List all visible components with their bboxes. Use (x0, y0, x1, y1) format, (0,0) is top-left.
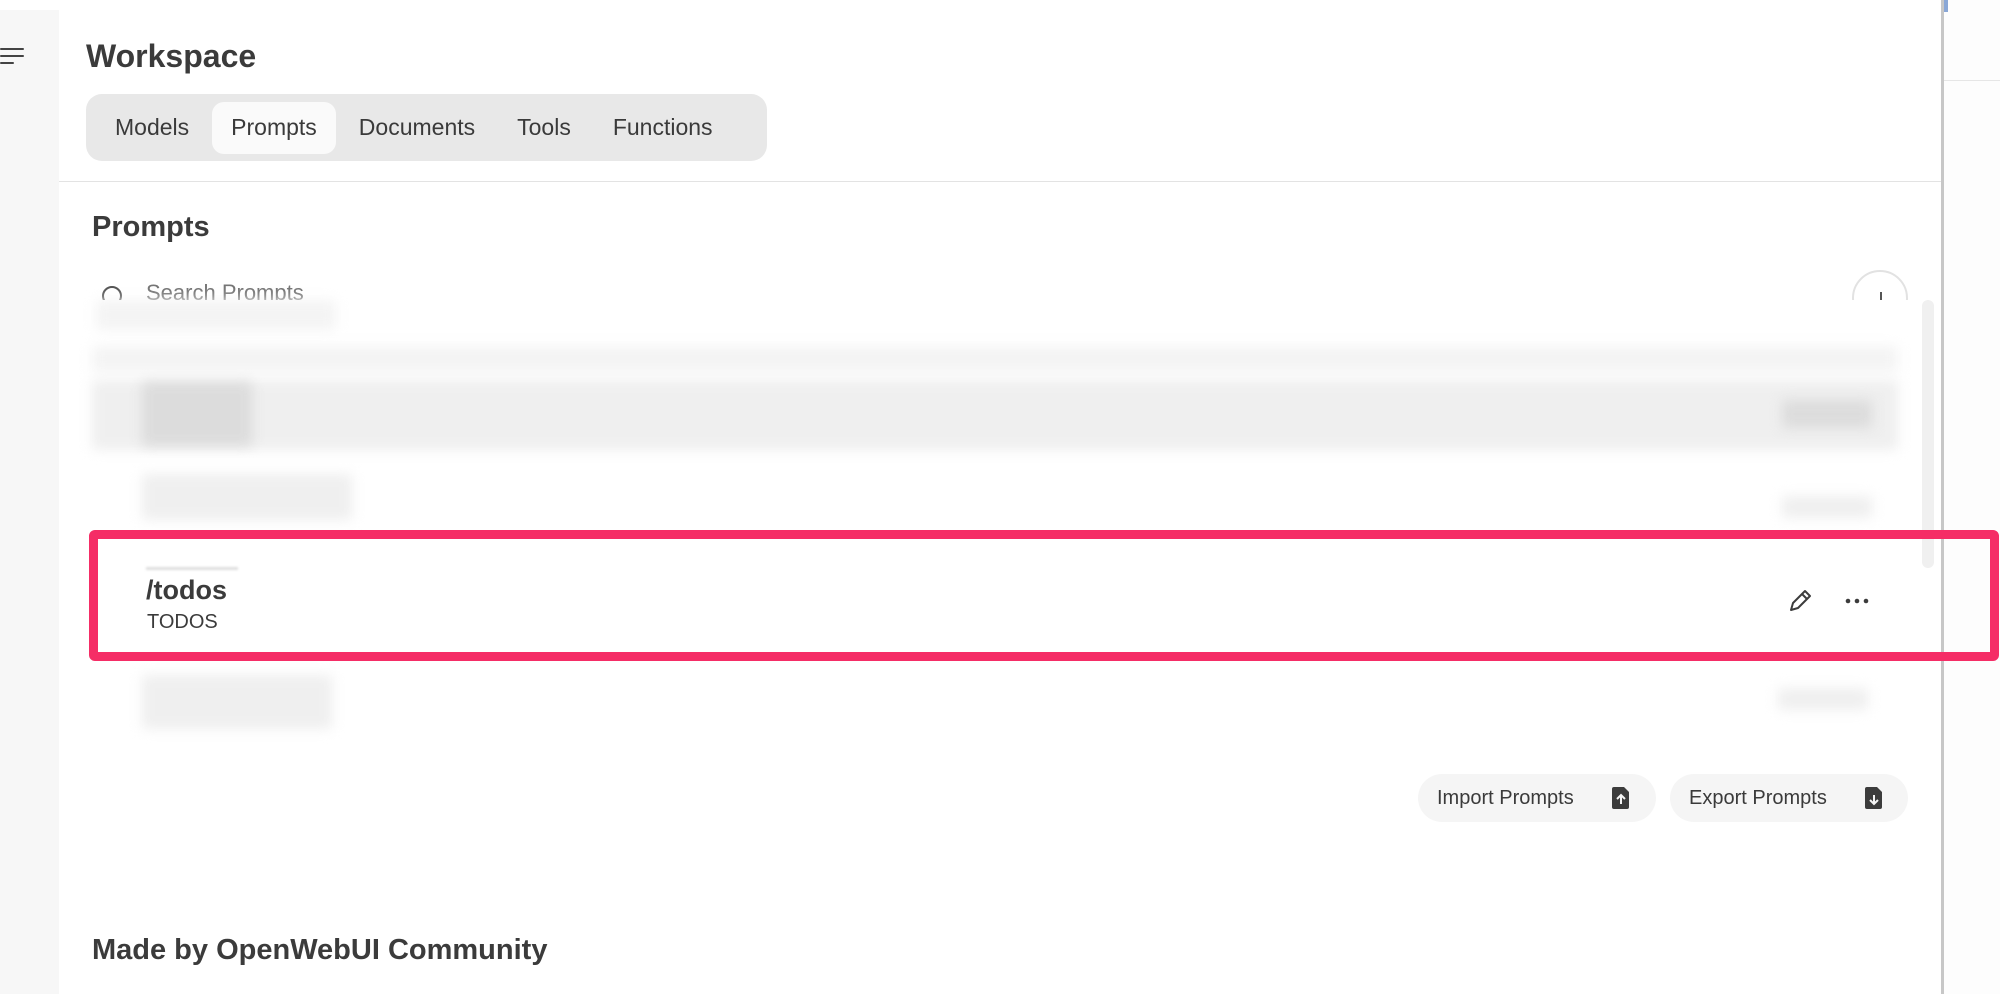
list-scrollbar[interactable] (1922, 300, 1934, 568)
window-edge-marker (1944, 0, 1948, 12)
blurred-row-label (142, 474, 352, 520)
prompt-list-blurred (92, 300, 1900, 740)
tab-functions[interactable]: Functions (594, 102, 732, 154)
blurred-row-actions (1782, 400, 1872, 428)
blurred-row-actions (1782, 496, 1872, 518)
file-download-icon (1864, 786, 1884, 816)
blurred-row-label (142, 382, 252, 446)
blurred-row-label (142, 675, 332, 729)
highlight-box (89, 530, 1999, 661)
search-icon (102, 286, 122, 300)
header-divider (59, 181, 1941, 182)
import-prompts-label: Import Prompts (1437, 786, 1574, 809)
export-prompts-label: Export Prompts (1689, 786, 1827, 809)
section-title: Prompts (92, 211, 210, 243)
export-prompts-button[interactable]: Export Prompts (1670, 774, 1908, 822)
community-section-title: Made by OpenWebUI Community (92, 934, 548, 966)
blurred-content (96, 300, 336, 330)
tab-models[interactable]: Models (96, 102, 208, 154)
blurred-row-actions (1778, 688, 1868, 710)
blurred-content (92, 346, 1898, 372)
tab-prompts[interactable]: Prompts (212, 101, 336, 154)
sidebar-rail (0, 10, 59, 994)
tab-documents[interactable]: Documents (340, 102, 494, 154)
page-title: Workspace (86, 38, 257, 74)
blurred-row (92, 380, 1898, 450)
search-bar (92, 274, 1910, 300)
window-edge-rule (1944, 80, 2000, 81)
menu-icon[interactable] (0, 46, 26, 66)
search-input[interactable] (146, 280, 746, 300)
import-prompts-button[interactable]: Import Prompts (1418, 774, 1656, 822)
file-upload-icon (1611, 786, 1631, 816)
tab-tools[interactable]: Tools (498, 102, 590, 154)
workspace-tabs: Models Prompts Documents Tools Functions (86, 94, 767, 161)
adjacent-window-edge (1944, 0, 2000, 994)
